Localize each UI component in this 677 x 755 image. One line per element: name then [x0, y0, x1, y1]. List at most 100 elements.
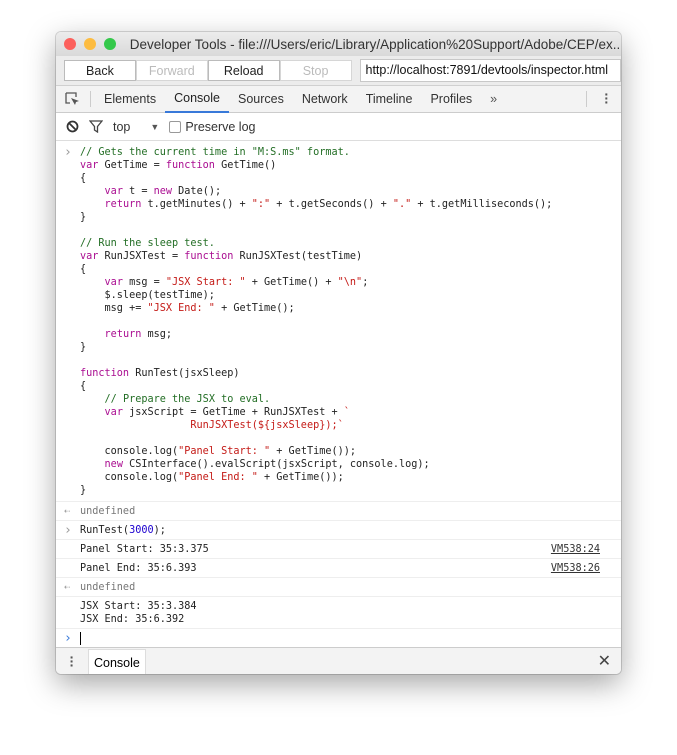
- reload-button[interactable]: Reload: [207, 60, 280, 81]
- code-token: + GetTime());: [270, 446, 357, 457]
- result-arrow-icon: ⇠: [64, 582, 71, 593]
- code-line: var RunJSXTest = function RunJSXTest(tes…: [80, 250, 621, 263]
- tab-console[interactable]: Console: [165, 86, 229, 113]
- zoom-window-button[interactable]: [103, 38, 116, 50]
- clear-console-icon[interactable]: [66, 120, 79, 133]
- code-token: {: [80, 264, 87, 275]
- code-token: function: [165, 160, 215, 171]
- window-title: Developer Tools - file:///Users/eric/Lib…: [129, 36, 621, 52]
- code-token: return: [104, 199, 142, 210]
- code-line: }: [80, 341, 621, 354]
- devtools-window: Developer Tools - file:///Users/eric/Lib…: [56, 32, 621, 674]
- log-message: JSX End: 35:6.392: [80, 614, 185, 625]
- tab-network[interactable]: Network: [293, 86, 357, 113]
- console-input-entry: › RunTest(3000);: [56, 521, 621, 540]
- minimize-window-button[interactable]: [83, 38, 96, 50]
- title-bar: Developer Tools - file:///Users/eric/Lib…: [56, 32, 621, 56]
- console-toolbar: top ▼ Preserve log: [56, 113, 621, 141]
- stop-button[interactable]: Stop: [279, 60, 352, 81]
- filter-icon[interactable]: [89, 120, 103, 133]
- code-line: var jsxScript = GetTime + RunJSXTest + `: [80, 406, 621, 419]
- code-token: + t.getSeconds() +: [270, 199, 393, 210]
- code-token: ;: [362, 277, 369, 288]
- code-token: CSInterface().evalScript(jsxScript, cons…: [122, 459, 430, 470]
- code-token: msg;: [141, 329, 173, 340]
- code-token: RunJSXTest(testTime): [233, 251, 363, 262]
- code-token: RunTest(: [80, 525, 130, 536]
- preserve-log-checkbox[interactable]: [169, 120, 182, 133]
- log-message: Panel Start: 35:3.375: [80, 544, 209, 555]
- code-token: t.getMinutes() +: [141, 199, 252, 210]
- tab-profiles[interactable]: Profiles: [421, 86, 481, 113]
- divider: [90, 91, 91, 107]
- code-token: $.sleep(testTime);: [80, 290, 215, 301]
- code-token: + GetTime());: [257, 472, 344, 483]
- code-token: // Prepare the JSX to eval.: [104, 394, 271, 405]
- code-line: return t.getMinutes() + ":" + t.getSecon…: [80, 198, 621, 211]
- console-log-entry: Panel Start: 35:3.375 VM538:24: [56, 540, 621, 559]
- back-button[interactable]: Back: [64, 60, 136, 81]
- code-token: function: [184, 251, 234, 262]
- code-line: {: [80, 263, 621, 276]
- code-token: + t.getMilliseconds();: [411, 199, 553, 210]
- code-line: var msg = "JSX Start: " + GetTime() + "\…: [80, 276, 621, 289]
- code-line: return msg;: [80, 328, 621, 341]
- code-token: + GetTime() +: [245, 277, 338, 288]
- code-token: RunTest(jsxSleep): [129, 368, 240, 379]
- console-output: › // Gets the current time in "M:S.ms" fo…: [56, 141, 621, 647]
- code-token: var: [104, 407, 123, 418]
- more-tabs-button[interactable]: »: [481, 86, 506, 113]
- code-token: ":": [251, 199, 271, 210]
- text-cursor: [80, 632, 81, 645]
- drawer-tab-console[interactable]: Console: [88, 649, 146, 674]
- close-window-button[interactable]: [64, 38, 76, 50]
- code-line: function RunTest(jsxSleep): [80, 367, 621, 380]
- menu-kebab-icon[interactable]: · · ·: [604, 87, 609, 109]
- context-selector[interactable]: top: [113, 120, 130, 134]
- console-log-entry: JSX Start: 35:3.384 JSX End: 35:6.392: [56, 597, 621, 629]
- dropdown-arrow-icon[interactable]: ▼: [150, 122, 159, 132]
- log-message: JSX Start: 35:3.384: [80, 601, 197, 612]
- source-link[interactable]: VM538:26: [551, 562, 600, 575]
- code-token: new: [104, 459, 123, 470]
- code-token: "JSX End: ": [147, 303, 215, 314]
- code-line: // Gets the current time in "M:S.ms" for…: [80, 146, 621, 159]
- code-token: "Panel End: ": [178, 472, 258, 483]
- source-link[interactable]: VM538:24: [551, 543, 600, 556]
- console-input-entry: › // Gets the current time in "M:S.ms" fo…: [56, 146, 621, 502]
- code-token: "Panel Start: ": [178, 446, 271, 457]
- console-log-entry: Panel End: 35:6.393 VM538:26: [56, 559, 621, 578]
- close-drawer-icon[interactable]: ✕: [598, 651, 611, 671]
- code-line: // Run the sleep test.: [80, 237, 621, 250]
- url-field[interactable]: http://localhost:7891/devtools/inspector…: [359, 59, 621, 82]
- code-token: );: [153, 525, 166, 536]
- code-token: msg =: [122, 277, 166, 288]
- code-token: var: [104, 186, 123, 197]
- tab-timeline[interactable]: Timeline: [357, 86, 422, 113]
- tab-elements[interactable]: Elements: [95, 86, 165, 113]
- forward-button[interactable]: Forward: [135, 60, 208, 81]
- result-arrow-icon: ⇠: [64, 506, 71, 517]
- code-line: // Prepare the JSX to eval.: [80, 393, 621, 406]
- console-prompt[interactable]: ›: [56, 629, 621, 647]
- nav-bar: Back Forward Reload Stop http://localhos…: [56, 56, 621, 86]
- input-prompt-icon: ›: [64, 631, 72, 646]
- input-prompt-icon: ›: [64, 145, 72, 160]
- divider: [586, 91, 587, 107]
- inspect-element-icon[interactable]: [56, 91, 86, 107]
- code-token: new: [153, 186, 173, 197]
- tab-sources[interactable]: Sources: [229, 86, 293, 113]
- console-result-entry: ⇠ undefined: [56, 502, 621, 521]
- drawer-menu-icon[interactable]: · · ·: [56, 650, 88, 672]
- console-drawer: · · · Console ✕: [56, 647, 621, 674]
- code-token: function: [80, 368, 130, 379]
- console-result-entry: ⇠ undefined: [56, 578, 621, 597]
